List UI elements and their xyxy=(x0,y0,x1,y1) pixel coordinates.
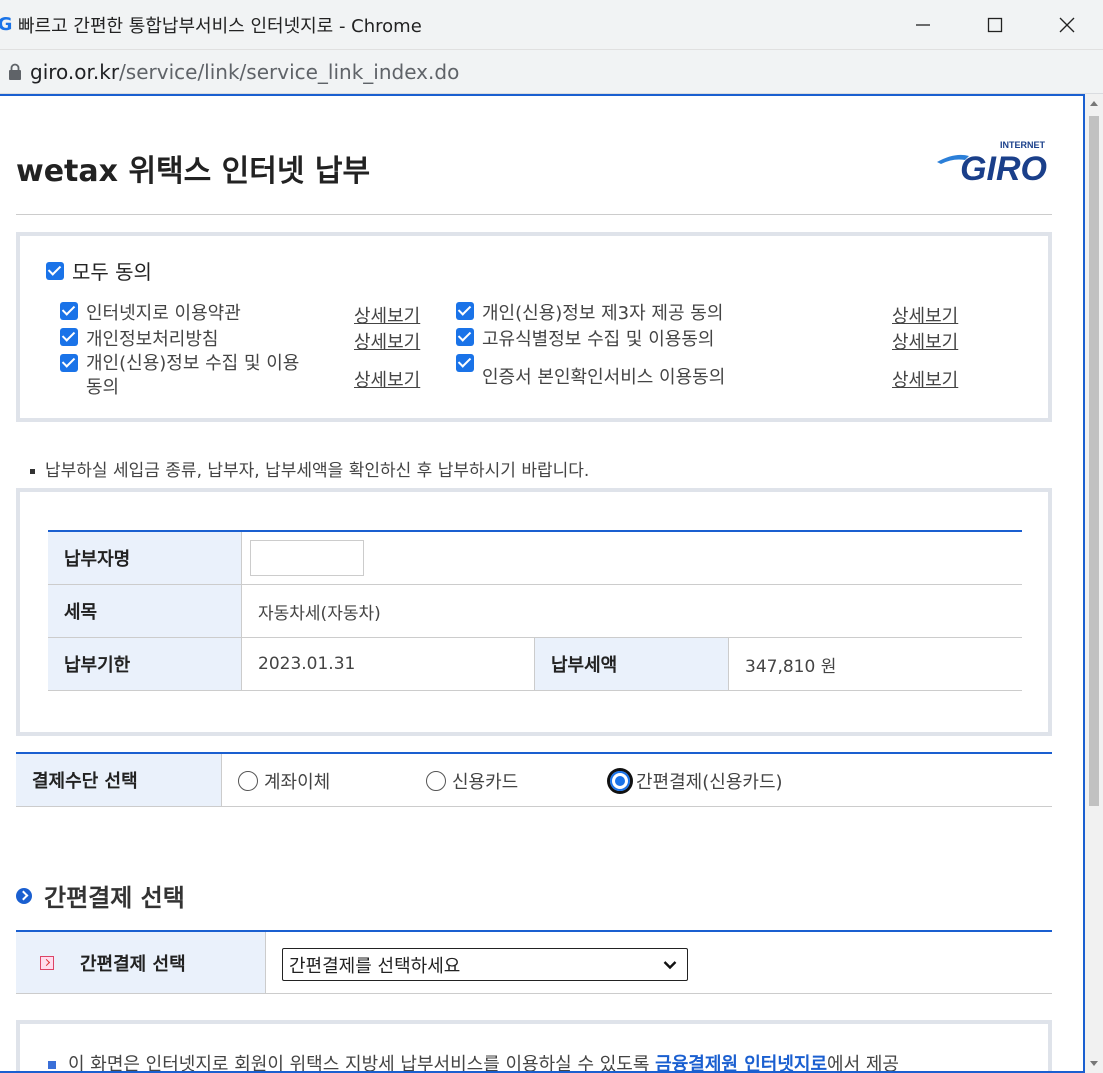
agree-all-checkbox[interactable]: 모두 동의 xyxy=(46,256,152,285)
agree-collect-checkbox[interactable]: 개인(신용)정보 수집 및 이용 동의 xyxy=(60,352,299,400)
easy-pay-section-title: 간편결제 선택 xyxy=(16,878,185,913)
detail-link-cert[interactable]: 상세보기 xyxy=(892,366,958,392)
payment-notice: 납부하실 세입금 종류, 납부자, 납부세액을 확인하신 후 납부하시기 바랍니… xyxy=(30,456,589,481)
agree-cert-checkbox[interactable]: 인증서 본인확인서비스 이용동의 xyxy=(456,352,725,390)
maximize-icon xyxy=(987,17,1003,33)
scrollbar-thumb[interactable] xyxy=(1089,116,1099,806)
agree-privacy-checkbox[interactable]: 개인정보처리방침 xyxy=(60,328,218,352)
payment-method-options: 계좌이체 신용카드 간편결제(신용카드) xyxy=(222,754,1052,806)
url-text[interactable]: giro.or.kr/service/link/service_link_ind… xyxy=(30,60,459,84)
checkbox-checked-icon xyxy=(46,261,64,280)
agree-unique-id-label: 고유식별정보 수집 및 이용동의 xyxy=(482,329,715,350)
agreement-box: 모두 동의 인터넷지로 이용약관 상세보기 개인정보처리방침 상세보기 개인(신… xyxy=(16,232,1052,422)
payer-name-cell xyxy=(242,532,1022,584)
bullet-square-icon xyxy=(30,468,35,474)
minimize-icon xyxy=(916,24,930,26)
scroll-up-arrow-icon[interactable] xyxy=(1089,98,1099,108)
tax-amount-value: 347,810 원 xyxy=(745,656,837,677)
payer-name-input[interactable] xyxy=(250,540,364,576)
tax-amount-header: 납부세액 xyxy=(535,638,729,690)
checkbox-checked-icon xyxy=(456,328,474,346)
url-domain: giro.or.kr xyxy=(30,59,120,84)
checkbox-checked-icon xyxy=(60,354,78,372)
page-title: wetax 위택스 인터넷 납부 xyxy=(16,154,371,189)
lock-icon xyxy=(9,63,21,80)
giro-logo: INTERNET GIRO xyxy=(937,140,1047,186)
agree-third-party-checkbox[interactable]: 개인(신용)정보 제3자 제공 동의 xyxy=(456,302,723,326)
tax-item-header: 세목 xyxy=(48,585,242,637)
easy-pay-row: 간편결제 선택 간편결제를 선택하세요 xyxy=(16,930,1052,994)
svg-text:GIRO: GIRO xyxy=(960,150,1047,186)
close-icon xyxy=(1059,17,1075,33)
checkbox-checked-icon xyxy=(456,354,474,372)
table-row: 세목 자동차세(자동차) xyxy=(48,585,1022,638)
giro-favicon-icon: G xyxy=(0,14,13,35)
due-date-header: 납부기한 xyxy=(48,638,242,690)
table-row: 납부자명 xyxy=(48,532,1022,585)
radio-easy-pay[interactable]: 간편결제(신용카드) xyxy=(610,768,783,794)
agree-third-party-label: 개인(신용)정보 제3자 제공 동의 xyxy=(482,303,724,324)
payment-info-table: 납부자명 세목 자동차세(자동차) 납부기한 2023.01.31 납부세액 3… xyxy=(48,530,1022,691)
easy-pay-select[interactable]: 간편결제를 선택하세요 xyxy=(282,948,688,981)
agree-all-label: 모두 동의 xyxy=(72,260,152,284)
radio-credit-card[interactable]: 신용카드 xyxy=(426,768,518,794)
radio-bank-transfer[interactable]: 계좌이체 xyxy=(238,768,330,794)
url-path: /service/link/service_link_index.do xyxy=(119,59,460,84)
payment-info-box: 납부자명 세목 자동차세(자동차) 납부기한 2023.01.31 납부세액 3… xyxy=(16,488,1052,736)
circle-arrow-icon xyxy=(16,887,32,904)
detail-link-terms[interactable]: 상세보기 xyxy=(354,302,420,328)
maximize-button[interactable] xyxy=(959,0,1031,50)
checkbox-checked-icon xyxy=(60,302,78,320)
window-titlebar: G 빠르고 간편한 통합납부서비스 인터넷지로 - Chrome xyxy=(0,0,1103,50)
footer-info-box: 이 화면은 인터넷지로 회원이 위택스 지방세 납부서비스를 이용하실 수 있도… xyxy=(16,1020,1052,1071)
detail-link-third-party[interactable]: 상세보기 xyxy=(892,302,958,328)
radio-unselected-icon xyxy=(238,771,258,791)
tax-item-value: 자동차세(자동차) xyxy=(258,603,381,624)
table-row: 납부기한 2023.01.31 납부세액 347,810 원 xyxy=(48,638,1022,691)
payment-method-header: 결제수단 선택 xyxy=(16,754,222,806)
arrow-box-icon xyxy=(40,955,54,970)
footer-text: 이 화면은 인터넷지로 회원이 위택스 지방세 납부서비스를 이용하실 수 있도… xyxy=(48,1050,899,1071)
address-bar[interactable]: giro.or.kr/service/link/service_link_ind… xyxy=(0,50,1103,94)
checkbox-checked-icon xyxy=(456,302,474,320)
easy-pay-header: 간편결제 선택 xyxy=(16,932,266,993)
detail-link-privacy[interactable]: 상세보기 xyxy=(354,328,420,354)
bullet-square-icon xyxy=(48,1061,56,1069)
radio-unselected-icon xyxy=(426,771,446,791)
agree-cert-label: 인증서 본인확인서비스 이용동의 xyxy=(482,367,726,388)
scroll-down-arrow-icon[interactable] xyxy=(1089,1059,1099,1069)
header-divider xyxy=(16,214,1052,215)
detail-link-unique-id[interactable]: 상세보기 xyxy=(892,328,958,354)
checkbox-checked-icon xyxy=(60,328,78,346)
svg-text:INTERNET: INTERNET xyxy=(1000,140,1046,150)
agree-collect-label: 개인(신용)정보 수집 및 이용 동의 xyxy=(86,353,300,398)
window-title: 빠르고 간편한 통합납부서비스 인터넷지로 - Chrome xyxy=(18,15,422,37)
chevron-down-icon xyxy=(663,960,677,969)
payer-name-header: 납부자명 xyxy=(48,532,242,584)
page-frame: wetax 위택스 인터넷 납부 INTERNET GIRO 모두 동의 인터넷… xyxy=(0,94,1085,1073)
agree-unique-id-checkbox[interactable]: 고유식별정보 수집 및 이용동의 xyxy=(456,328,714,352)
radio-selected-icon xyxy=(610,771,630,791)
vertical-scrollbar[interactable] xyxy=(1085,94,1103,1073)
agree-terms-checkbox[interactable]: 인터넷지로 이용약관 xyxy=(60,302,241,326)
agree-privacy-label: 개인정보처리방침 xyxy=(86,329,219,350)
close-button[interactable] xyxy=(1031,0,1103,50)
minimize-button[interactable] xyxy=(887,0,959,50)
agree-terms-label: 인터넷지로 이용약관 xyxy=(86,303,241,324)
due-date-value: 2023.01.31 xyxy=(242,638,535,690)
detail-link-collect[interactable]: 상세보기 xyxy=(354,366,420,392)
payment-method-row: 결제수단 선택 계좌이체 신용카드 간편결제(신용카드) xyxy=(16,752,1052,807)
